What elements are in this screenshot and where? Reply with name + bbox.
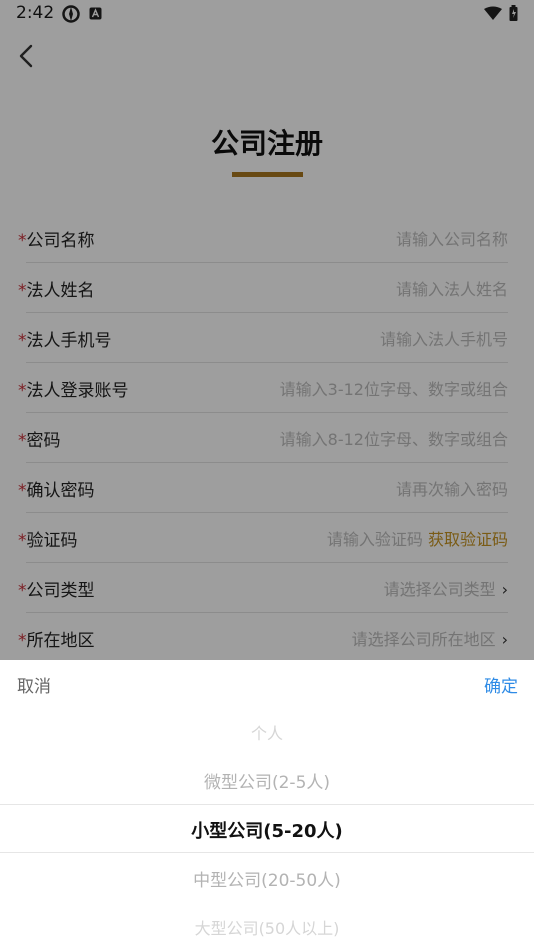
- selection-bottom-line: [0, 852, 534, 853]
- picker-option[interactable]: 大型公司(50人以上): [0, 915, 534, 939]
- confirm-button[interactable]: 确定: [484, 672, 518, 697]
- picker-option[interactable]: 中型公司(20-50人): [0, 866, 534, 891]
- company-type-picker-sheet: 取消 确定 个人 微型公司(2-5人) 小型公司(5-20人) 中型公司(20-…: [0, 660, 534, 950]
- picker-option[interactable]: 微型公司(2-5人): [0, 768, 534, 793]
- picker-option-selected[interactable]: 小型公司(5-20人): [0, 817, 534, 843]
- picker-option[interactable]: 个人: [0, 720, 534, 744]
- cancel-button[interactable]: 取消: [17, 672, 51, 697]
- selection-top-line: [0, 804, 534, 805]
- modal-overlay[interactable]: [0, 0, 534, 660]
